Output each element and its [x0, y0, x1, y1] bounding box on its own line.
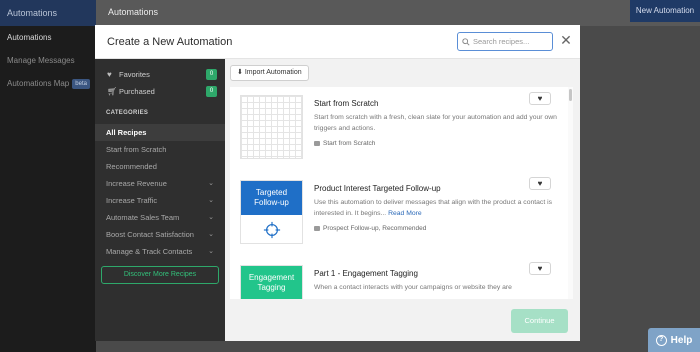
recipe-title: Start from Scratch [314, 99, 379, 108]
thumbnail-label: Engagement Tagging [241, 266, 302, 299]
favorites-filter[interactable]: ♥ Favorites 0 [95, 66, 225, 83]
recipe-list: Start from Scratch Start from scratch wi… [230, 87, 573, 299]
help-button[interactable]: ? Help [648, 328, 700, 352]
category-automate-sales-team[interactable]: Automate Sales Team ⌄ [95, 209, 225, 226]
favorite-heart-button[interactable]: ♥ [529, 262, 551, 275]
read-more-link[interactable]: Read More [388, 210, 422, 217]
close-icon[interactable]: ✕ [560, 33, 572, 47]
modal-title: Create a New Automation [107, 36, 233, 48]
categories-heading: CATEGORIES [106, 110, 149, 116]
chevron-down-icon: ⌄ [208, 180, 214, 187]
favorites-label: Favorites [119, 70, 150, 79]
favorites-count-badge: 0 [206, 69, 217, 80]
modal-body: ♥ Favorites 0 🛒︎ Purchased 0 CATEGORIES … [95, 59, 580, 341]
app-sidebar: Automations Automations Manage Messages … [0, 0, 96, 352]
target-icon [263, 221, 280, 239]
recipe-thumbnail [240, 95, 303, 159]
beta-badge: beta [72, 78, 90, 89]
recipe-description: Start from scratch with a fresh, clean s… [314, 114, 557, 132]
recipe-list-scrollbar[interactable] [568, 87, 573, 299]
folder-icon [314, 226, 320, 231]
folder-icon [314, 141, 320, 146]
nav-item-automations-map[interactable]: Automations Map beta [0, 72, 96, 95]
category-recommended[interactable]: Recommended [95, 158, 225, 175]
download-icon: ⬇ [237, 69, 243, 76]
category-boost-contact-satisfaction[interactable]: Boost Contact Satisfaction ⌄ [95, 226, 225, 243]
nav-item-manage-messages[interactable]: Manage Messages [0, 49, 96, 72]
category-manage-track-contacts[interactable]: Manage & Track Contacts ⌄ [95, 243, 225, 260]
category-increase-revenue[interactable]: Increase Revenue ⌄ [95, 175, 225, 192]
discover-more-recipes-button[interactable]: Discover More Recipes [101, 266, 219, 284]
modal-header: Create a New Automation ✕ [95, 25, 580, 59]
create-automation-modal: Create a New Automation ✕ ♥ Favorites 0 … [95, 25, 580, 341]
recipe-title: Part 1 - Engagement Tagging [314, 269, 418, 278]
chevron-down-icon: ⌄ [208, 214, 214, 221]
recipe-description: When a contact interacts with your campa… [314, 284, 512, 291]
recipe-card[interactable]: Targeted Follow-up Product Interest Targ… [230, 172, 570, 252]
purchased-label: Purchased [119, 87, 155, 96]
thumbnail-label: Targeted Follow-up [241, 181, 302, 215]
recipe-thumbnail: Engagement Tagging [240, 265, 303, 299]
recipe-card[interactable]: Start from Scratch Start from scratch wi… [230, 87, 570, 167]
modal-footer: Continue [225, 299, 580, 341]
recipe-card[interactable]: Engagement Tagging Part 1 - Engagement T… [230, 257, 570, 299]
page-title: Automations [108, 7, 159, 17]
chevron-down-icon: ⌄ [208, 248, 214, 255]
heart-icon: ♥ [107, 70, 112, 79]
recipe-pane: ⬇ Import Automation Start from Scratch S… [225, 59, 580, 341]
chevron-down-icon: ⌄ [208, 197, 214, 204]
continue-button[interactable]: Continue [511, 309, 568, 333]
recipe-thumbnail: Targeted Follow-up [240, 180, 303, 244]
cart-icon: 🛒︎ [107, 87, 118, 96]
recipe-description: Use this automation to deliver messages … [314, 199, 553, 217]
import-automation-button[interactable]: ⬇ Import Automation [230, 65, 309, 81]
favorite-heart-button[interactable]: ♥ [529, 177, 551, 190]
nav-item-automations[interactable]: Automations [0, 26, 96, 49]
new-automation-button[interactable]: New Automation [630, 0, 700, 22]
category-start-from-scratch[interactable]: Start from Scratch [95, 141, 225, 158]
search-box[interactable] [457, 32, 553, 51]
category-all-recipes[interactable]: All Recipes [95, 124, 225, 141]
recipe-title: Product Interest Targeted Follow-up [314, 184, 441, 193]
recipe-toolbar: ⬇ Import Automation [225, 59, 580, 85]
chevron-down-icon: ⌄ [208, 231, 214, 238]
favorite-heart-button[interactable]: ♥ [529, 92, 551, 105]
help-icon: ? [655, 334, 667, 346]
recipe-tag: Start from Scratch [314, 140, 375, 147]
app-header: Automations New Automation [96, 0, 700, 26]
search-icon [462, 37, 470, 46]
search-input[interactable] [473, 37, 549, 46]
purchased-filter[interactable]: 🛒︎ Purchased 0 [95, 83, 225, 100]
category-sidebar: ♥ Favorites 0 🛒︎ Purchased 0 CATEGORIES … [95, 59, 225, 341]
app-brand: Automations [0, 0, 96, 26]
category-increase-traffic[interactable]: Increase Traffic ⌄ [95, 192, 225, 209]
purchased-count-badge: 0 [206, 86, 217, 97]
recipe-tag: Prospect Follow-up, Recommended [314, 225, 426, 232]
